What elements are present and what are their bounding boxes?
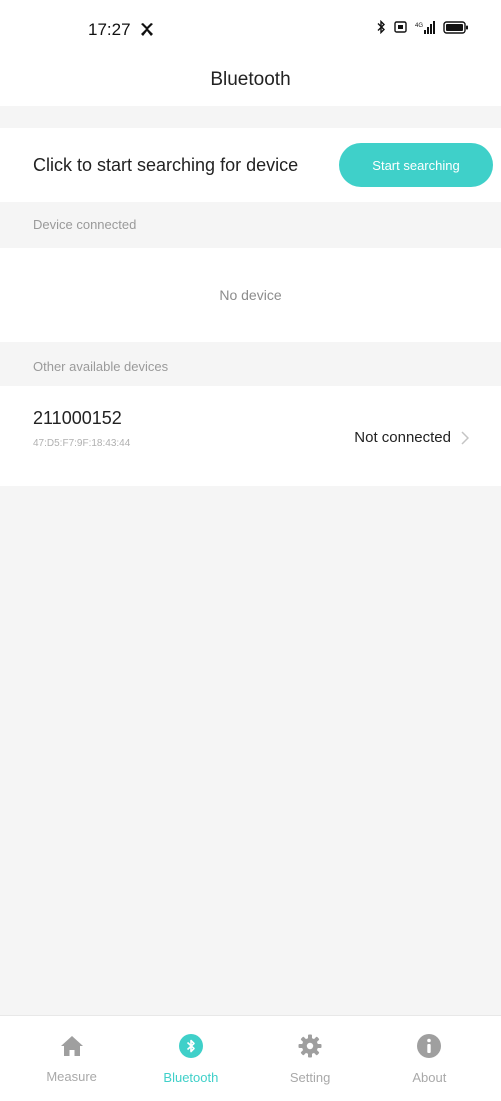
start-searching-button[interactable]: Start searching: [339, 143, 493, 187]
tab-label: Bluetooth: [163, 1069, 219, 1085]
bluetooth-icon: [178, 1033, 204, 1064]
device-list-item[interactable]: 211000152 47:D5:F7:9F:18:43:44 Not conne…: [0, 386, 501, 486]
tab-label: Setting: [289, 1069, 331, 1085]
no-device-text: No device: [219, 287, 282, 303]
device-name: 211000152: [33, 408, 122, 428]
tab-measure[interactable]: Measure: [17, 1034, 127, 1084]
status-time-group: 17:27: [88, 20, 155, 40]
status-icons: 4G: [377, 20, 469, 34]
device-status: Not connected: [354, 429, 469, 446]
battery-icon: [443, 20, 469, 34]
info-icon: [416, 1033, 442, 1064]
available-devices-label: Other available devices: [33, 359, 169, 374]
device-mac-address: 47:D5:F7:9F:18:43:44: [33, 438, 131, 449]
svg-text:4G: 4G: [415, 23, 423, 29]
connected-device-list: No device: [0, 248, 501, 342]
signal-icon: 4G: [415, 20, 435, 34]
chevron-right-icon: [461, 430, 469, 445]
search-hint: Click to start searching for device: [33, 154, 299, 175]
bluetooth-status-icon: [377, 20, 386, 34]
tab-label: About: [412, 1069, 447, 1085]
device-status-text: Not connected: [354, 429, 451, 446]
tab-about[interactable]: About: [374, 1033, 484, 1085]
page-title: Bluetooth: [210, 69, 291, 90]
search-row: Click to start searching for device Star…: [0, 128, 501, 202]
app-screen: 17:27 4G Bluetooth Click to start search…: [0, 0, 501, 1101]
status-bar: 17:27 4G: [0, 0, 501, 54]
tab-setting[interactable]: Setting: [255, 1033, 365, 1085]
status-time: 17:27: [88, 20, 131, 39]
device-connected-label: Device connected: [33, 217, 137, 232]
nfc-icon: [394, 21, 407, 33]
tab-bluetooth[interactable]: Bluetooth: [136, 1033, 246, 1085]
notification-app-icon: [139, 23, 155, 37]
bottom-tab-bar: Measure Bluetooth Setting About: [0, 1015, 501, 1101]
gear-icon: [297, 1033, 323, 1064]
page-header: Bluetooth: [0, 54, 501, 106]
tab-label: Measure: [46, 1068, 97, 1084]
home-icon: [59, 1034, 85, 1063]
